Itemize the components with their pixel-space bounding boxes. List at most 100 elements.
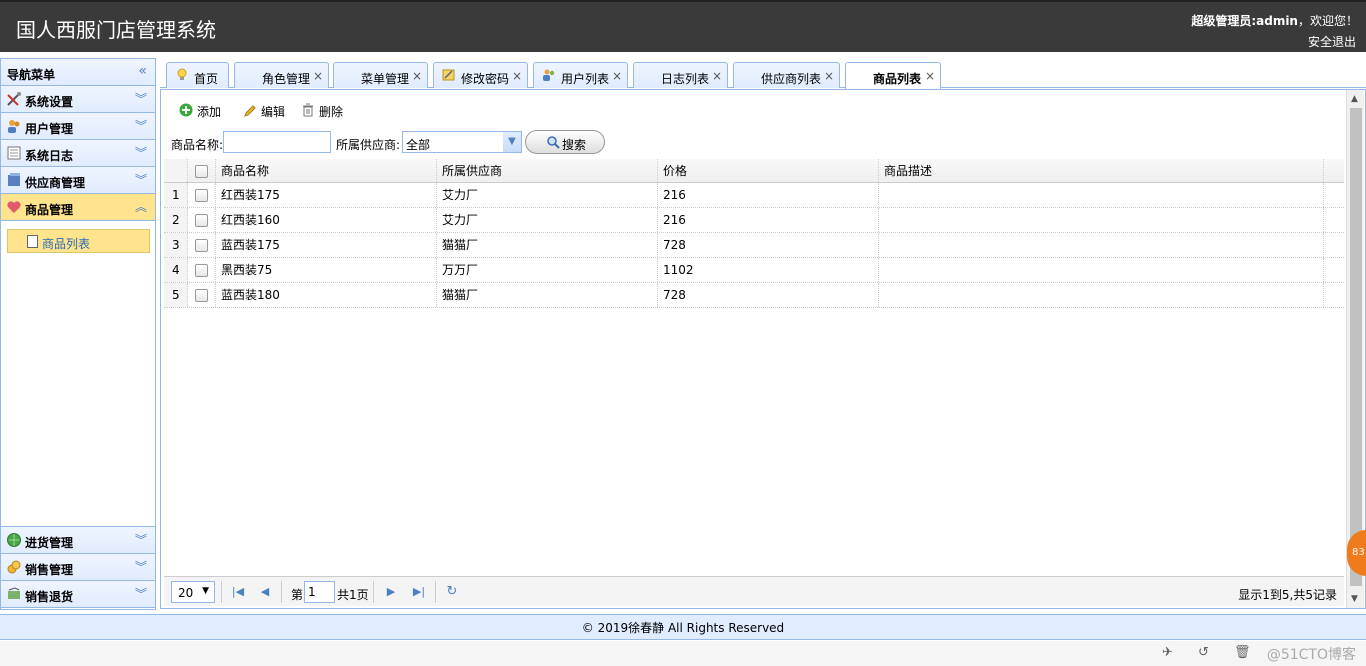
nav-section-purchase-management[interactable]: 进货管理 ︾	[1, 527, 155, 554]
tab-product-list[interactable]: 商品列表 ×	[845, 62, 941, 89]
table-row[interactable]: 5 蓝西装180 猫猫厂 728	[164, 283, 1344, 308]
nav-section-sales-management[interactable]: 销售管理 ︾	[1, 554, 155, 581]
pager-divider	[281, 581, 282, 603]
column-header-price[interactable]: 价格	[658, 159, 879, 182]
nav-section-system-log[interactable]: 系统日志 ︾	[1, 140, 155, 167]
nav-section-label: 进货管理	[25, 536, 74, 550]
table-row[interactable]: 1 红西装175 艾力厂 216	[164, 183, 1344, 208]
pin-icon[interactable]: ✈	[1162, 645, 1173, 660]
cell-name: 黑西装75	[216, 258, 437, 282]
prev-page-icon[interactable]: ◀	[255, 582, 275, 602]
nav-section-product-management[interactable]: 商品管理 ︽	[1, 194, 155, 221]
cell-supplier: 猫猫厂	[437, 233, 658, 257]
nav-section-label: 供应商管理	[25, 176, 86, 190]
table-row[interactable]: 2 红西装160 艾力厂 216	[164, 208, 1344, 233]
add-label: 添加	[197, 105, 222, 119]
row-checkbox-cell	[188, 208, 216, 232]
close-icon[interactable]: ×	[512, 69, 522, 83]
product-name-input[interactable]	[223, 131, 331, 153]
select-all-checkbox[interactable]	[195, 165, 208, 178]
chevron-down-icon: ︾	[134, 173, 147, 187]
cell-description	[879, 183, 1324, 207]
tab-label: 日志列表	[661, 72, 710, 86]
search-button[interactable]: 搜索	[525, 130, 605, 154]
welcome-text: ，欢迎您！	[1297, 14, 1358, 28]
nav-section-label: 系统设置	[25, 95, 74, 109]
collapse-left-icon[interactable]: «	[138, 63, 147, 79]
tab-supplier-list[interactable]: 供应商列表 ×	[733, 62, 840, 88]
nav-section-body: 商品列表	[1, 221, 155, 527]
next-page-icon[interactable]: ▶	[381, 582, 401, 602]
row-checkbox[interactable]	[195, 239, 208, 252]
product-table: 商品名称 所属供应商 价格 商品描述 1 红西装175 艾力厂 216 2 红西…	[164, 159, 1344, 308]
nav-section-sales-return[interactable]: 销售退货 ︾	[1, 581, 155, 608]
tab-bar: 首页 角色管理 × 菜单管理 × 修改密码 × 用户列表 × 日志列表 × 供应…	[160, 58, 1366, 89]
supplier-select-value: 全部	[406, 138, 431, 152]
page-label: 第	[291, 588, 304, 602]
heart-icon	[7, 201, 21, 213]
footer: © 2019徐春静 All Rights Reserved	[0, 614, 1366, 640]
document-icon	[27, 235, 38, 248]
column-header-description[interactable]: 商品描述	[879, 159, 1324, 182]
search-icon	[547, 136, 560, 149]
chevron-down-icon: ︾	[134, 119, 147, 133]
close-icon[interactable]: ×	[313, 69, 323, 83]
tab-change-password[interactable]: 修改密码 ×	[433, 62, 528, 88]
refresh-icon[interactable]: ↻	[442, 582, 462, 602]
tab-home[interactable]: 首页	[166, 62, 229, 88]
nav-menu: 导航菜单 « 系统设置 ︾ 用户管理 ︾ 系统日志 ︾ 供应商管理 ︾ 商品管理…	[0, 58, 156, 610]
bottom-bar: ✈ ↺ 🗑 @51CTO博客	[0, 641, 1366, 666]
cell-name: 蓝西装175	[216, 233, 437, 257]
tab-log-list[interactable]: 日志列表 ×	[633, 62, 728, 88]
nav-item-product-list[interactable]: 商品列表	[7, 229, 150, 253]
nav-section-system-settings[interactable]: 系统设置 ︾	[1, 86, 155, 113]
row-number: 3	[164, 233, 188, 257]
close-icon[interactable]: ×	[612, 69, 622, 83]
scroll-up-icon[interactable]: ▲	[1351, 94, 1358, 104]
column-header-supplier[interactable]: 所属供应商	[437, 159, 658, 182]
scroll-thumb[interactable]	[1350, 108, 1362, 586]
delete-label: 删除	[319, 105, 344, 119]
scroll-down-icon[interactable]: ▼	[1351, 594, 1358, 604]
page-number-input[interactable]: 1	[304, 581, 335, 603]
add-icon	[179, 103, 193, 117]
row-checkbox[interactable]	[195, 189, 208, 202]
cell-supplier: 艾力厂	[437, 208, 658, 232]
table-header: 商品名称 所属供应商 价格 商品描述	[164, 159, 1344, 183]
tab-role-management[interactable]: 角色管理 ×	[234, 62, 329, 88]
edit-button[interactable]: 编辑	[241, 101, 293, 121]
nav-menu-title: 导航菜单	[7, 68, 56, 82]
logout-link[interactable]: 安全退出	[1308, 33, 1356, 50]
tab-menu-management[interactable]: 菜单管理 ×	[333, 62, 428, 88]
last-page-icon[interactable]: ▶|	[409, 582, 429, 602]
delete-button[interactable]: 删除	[299, 101, 351, 121]
trash-icon[interactable]: 🗑	[1234, 645, 1251, 660]
nav-section-user-management[interactable]: 用户管理 ︾	[1, 113, 155, 140]
first-page-icon[interactable]: |◀	[228, 582, 248, 602]
close-icon[interactable]: ×	[412, 69, 422, 83]
pager-info: 显示1到5,共5记录	[1238, 588, 1337, 602]
pager-divider	[221, 581, 222, 603]
cell-price: 728	[658, 233, 879, 257]
close-icon[interactable]: ×	[925, 69, 935, 83]
close-icon[interactable]: ×	[712, 69, 722, 83]
cell-name: 红西装160	[216, 208, 437, 232]
chevron-down-icon: ︾	[134, 146, 147, 160]
nav-section-supplier-management[interactable]: 供应商管理 ︾	[1, 167, 155, 194]
row-checkbox[interactable]	[195, 289, 208, 302]
row-checkbox[interactable]	[195, 214, 208, 227]
tab-user-list[interactable]: 用户列表 ×	[533, 62, 628, 88]
supplier-label: 所属供应商:	[336, 138, 401, 152]
page-size-select[interactable]: 20 ▼	[171, 581, 215, 603]
table-row[interactable]: 4 黑西装75 万万厂 1102	[164, 258, 1344, 283]
row-checkbox[interactable]	[195, 264, 208, 277]
share-icon[interactable]: ↺	[1198, 645, 1209, 660]
chevron-down-icon: ▼	[202, 586, 209, 596]
add-button[interactable]: 添加	[177, 101, 229, 121]
close-icon[interactable]: ×	[824, 69, 834, 83]
table-row[interactable]: 3 蓝西装175 猫猫厂 728	[164, 233, 1344, 258]
user-info: 超级管理员:admin，欢迎您！	[1191, 12, 1358, 29]
column-header-name[interactable]: 商品名称	[216, 159, 437, 182]
supplier-select[interactable]: 全部 ▼	[402, 131, 522, 153]
chevron-down-icon[interactable]: ▼	[503, 132, 521, 152]
